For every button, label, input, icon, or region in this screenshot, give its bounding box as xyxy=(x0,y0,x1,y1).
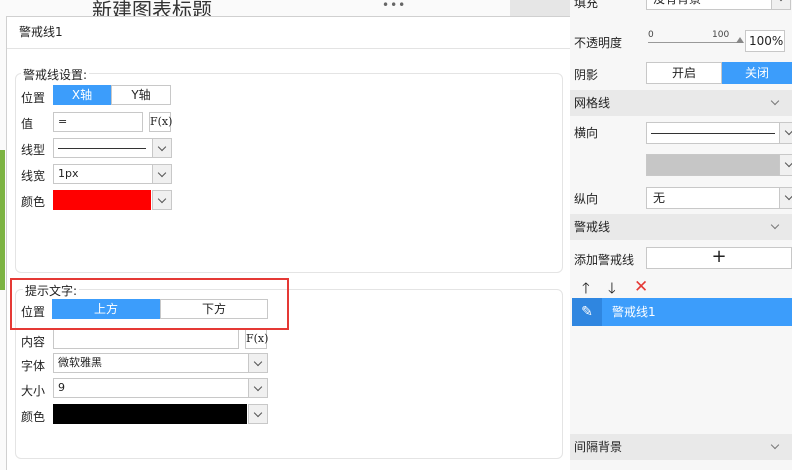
grid-section-header[interactable]: 网格线 xyxy=(570,90,792,116)
warning-settings-title: 警戒线设置: xyxy=(21,66,90,83)
position-label: 位置 xyxy=(21,91,46,105)
chevron-down-icon xyxy=(770,220,780,230)
list-item-label: 警戒线1 xyxy=(612,305,656,319)
text-color-dropdown-icon[interactable] xyxy=(248,404,268,424)
linewidth-dropdown-icon[interactable] xyxy=(152,164,172,184)
content-formula-button[interactable]: F(x) xyxy=(245,329,268,349)
warning-section-title: 警戒线 xyxy=(574,220,611,234)
content-input[interactable] xyxy=(53,329,239,349)
move-up-icon[interactable]: 🡑 xyxy=(582,280,590,296)
value-formula-button[interactable]: F(x) xyxy=(149,112,172,132)
dialog-title: 警戒线1 xyxy=(7,17,575,49)
line-color-label: 颜色 xyxy=(21,195,46,209)
highlight-box xyxy=(10,278,289,330)
horizontal-color-dropdown-icon[interactable] xyxy=(779,154,792,176)
linetype-label: 线型 xyxy=(21,143,46,157)
text-color-swatch[interactable] xyxy=(53,404,247,424)
position-x-axis-button[interactable]: X轴 xyxy=(53,85,111,105)
text-color-label: 颜色 xyxy=(21,410,46,424)
horizontal-color-select[interactable] xyxy=(646,154,780,176)
warning-line-dialog: 警戒线1 警戒线设置: 位置 X轴 Y轴 值 = F(x) 线型 线宽 1px … xyxy=(6,16,576,470)
move-down-icon[interactable]: 🡓 xyxy=(608,280,616,296)
warning-section-header[interactable]: 警戒线 xyxy=(570,214,792,240)
opacity-label: 不透明度 xyxy=(574,36,623,50)
add-warning-button[interactable]: + xyxy=(646,247,792,269)
size-label: 大小 xyxy=(21,384,46,398)
fill-select[interactable]: 没有背景 xyxy=(646,0,772,10)
opacity-max-label: 100 xyxy=(712,30,730,40)
position-y-axis-button[interactable]: Y轴 xyxy=(111,85,171,105)
chevron-down-icon xyxy=(770,96,780,106)
value-label: 值 xyxy=(21,117,34,131)
properties-panel: 填充 没有背景 不透明度 0 100 100% 阴影 开启 关闭 网格线 横向 … xyxy=(570,0,792,470)
font-dropdown-icon[interactable] xyxy=(248,353,268,373)
line-style-sample xyxy=(58,148,146,149)
opacity-slider-handle[interactable] xyxy=(736,37,744,43)
opacity-value-input[interactable]: 100% xyxy=(745,30,785,52)
line-color-swatch[interactable] xyxy=(53,190,151,210)
font-label: 字体 xyxy=(21,359,46,373)
size-dropdown-icon[interactable] xyxy=(248,378,268,398)
value-input[interactable]: = xyxy=(53,112,143,132)
linewidth-select[interactable]: 1px xyxy=(53,164,153,184)
line-color-dropdown-icon[interactable] xyxy=(152,190,172,210)
vertical-label: 纵向 xyxy=(574,192,599,206)
linetype-select[interactable] xyxy=(53,138,153,158)
shadow-on-button[interactable]: 开启 xyxy=(646,62,722,84)
font-select[interactable]: 微软雅黑 xyxy=(53,353,249,373)
horizontal-line-dropdown-icon[interactable] xyxy=(779,122,792,144)
shadow-label: 阴影 xyxy=(574,68,599,82)
size-select[interactable]: 9 xyxy=(53,378,249,398)
interval-section-header[interactable]: 间隔背景 xyxy=(570,434,792,460)
horizontal-label: 横向 xyxy=(574,126,599,140)
grid-section-title: 网格线 xyxy=(574,96,611,110)
chevron-down-icon xyxy=(770,440,780,450)
delete-icon[interactable]: ✕ xyxy=(634,279,648,296)
horizontal-line-select[interactable] xyxy=(646,122,780,144)
vertical-line-select[interactable]: 无 xyxy=(646,187,780,209)
horizontal-line-sample xyxy=(651,133,775,134)
interval-section-title: 间隔背景 xyxy=(574,440,623,454)
fill-label: 填充 xyxy=(574,0,599,10)
add-warning-label: 添加警戒线 xyxy=(574,253,635,267)
opacity-slider-track[interactable] xyxy=(648,42,740,43)
vertical-line-dropdown-icon[interactable] xyxy=(779,187,792,209)
linewidth-label: 线宽 xyxy=(21,169,46,183)
list-item[interactable]: ✎ 警戒线1 xyxy=(572,298,792,326)
fill-dropdown-icon[interactable] xyxy=(771,0,791,10)
edit-pencil-icon[interactable]: ✎ xyxy=(572,298,602,326)
content-label: 内容 xyxy=(21,335,46,349)
linetype-dropdown-icon[interactable] xyxy=(152,138,172,158)
opacity-min-label: 0 xyxy=(648,30,654,40)
shadow-off-button[interactable]: 关闭 xyxy=(722,62,792,84)
more-options-icon[interactable]: ••• xyxy=(382,0,406,11)
chart-bar xyxy=(0,150,5,290)
